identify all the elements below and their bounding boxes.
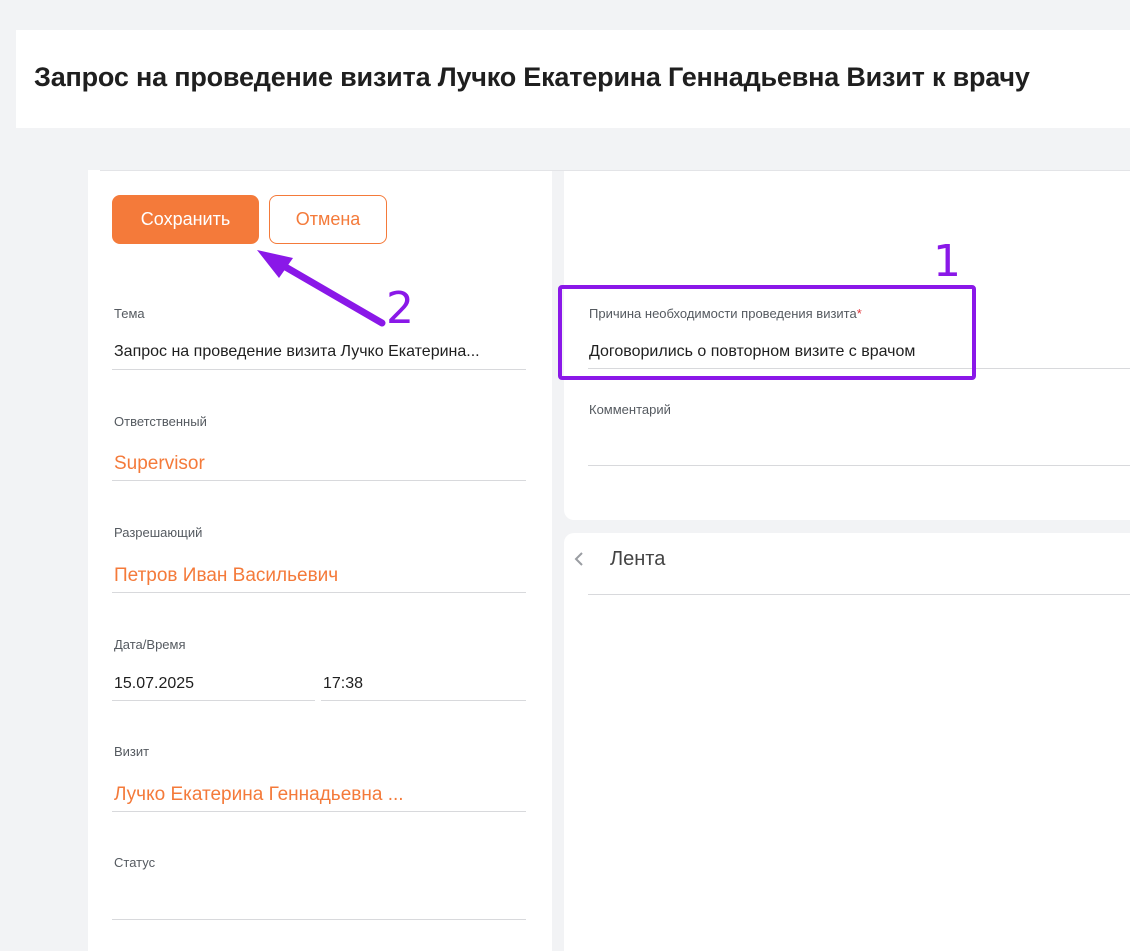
approver-underline — [112, 592, 526, 593]
feed-title: Лента — [610, 548, 666, 570]
approver-label: Разрешающий — [114, 525, 203, 540]
cancel-button[interactable]: Отмена — [269, 195, 387, 244]
date-field[interactable]: 15.07.2025 — [114, 675, 194, 693]
time-underline — [321, 700, 526, 701]
save-button[interactable]: Сохранить — [112, 195, 259, 244]
date-underline — [112, 700, 315, 701]
annotation-highlight-box — [558, 285, 976, 380]
comment-underline — [588, 465, 1130, 466]
toolbar-divider — [100, 170, 1130, 171]
visit-link[interactable]: Лучко Екатерина Геннадьевна ... — [114, 784, 404, 806]
status-label: Статус — [114, 855, 156, 870]
responsible-underline — [112, 480, 526, 481]
chevron-left-icon[interactable] — [572, 549, 586, 569]
approver-link[interactable]: Петров Иван Васильевич — [114, 565, 338, 587]
annotation-number-1: 1 — [933, 236, 961, 287]
feed-underline — [588, 594, 1130, 595]
page-title: Запрос на проведение визита Лучко Екатер… — [34, 62, 1030, 92]
topic-field[interactable]: Запрос на проведение визита Лучко Екатер… — [114, 343, 480, 361]
visit-label: Визит — [114, 744, 150, 759]
annotation-arrow-icon — [257, 250, 386, 327]
responsible-label: Ответственный — [114, 414, 207, 429]
comment-label: Комментарий — [589, 402, 671, 417]
responsible-link[interactable]: Supervisor — [114, 453, 205, 475]
status-underline — [112, 919, 526, 920]
topic-underline — [112, 369, 526, 370]
topic-label: Тема — [114, 306, 145, 321]
datetime-label: Дата/Время — [114, 637, 186, 652]
visit-underline — [112, 811, 526, 812]
feed-card — [564, 533, 1130, 951]
time-field[interactable]: 17:38 — [323, 675, 363, 693]
